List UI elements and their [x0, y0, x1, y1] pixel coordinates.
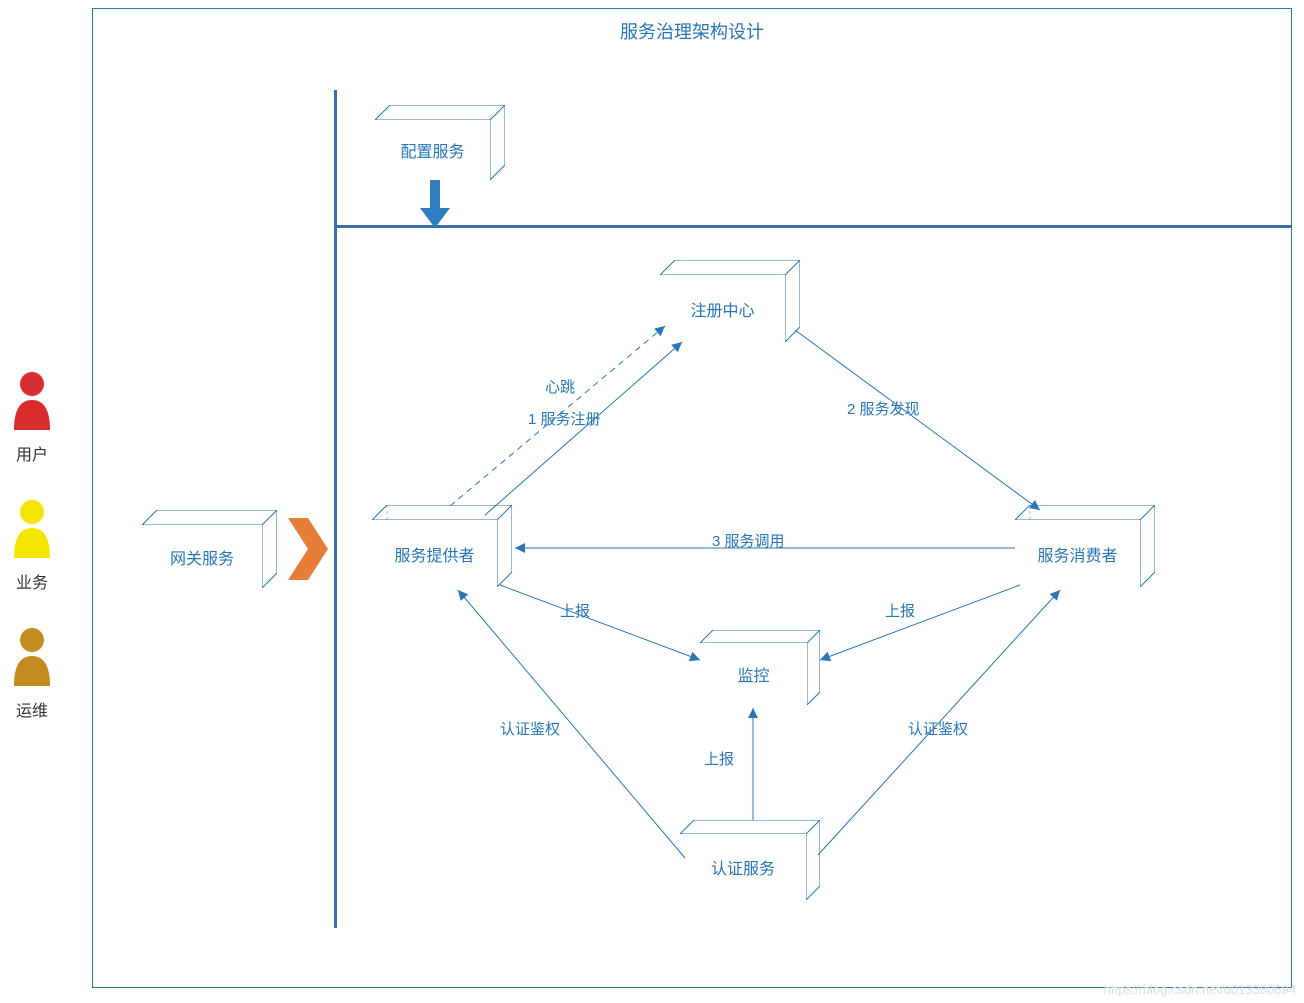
arrow-down-icon — [420, 180, 450, 228]
box-gateway-label: 网关服务 — [142, 525, 262, 588]
separator-vertical — [334, 90, 337, 928]
separator-horizontal — [334, 225, 1292, 228]
person-icon — [8, 370, 56, 430]
label-discover: 2 服务发现 — [847, 398, 920, 419]
box-provider: 服务提供者 — [372, 505, 512, 587]
actor-business-label: 业务 — [8, 569, 56, 593]
person-icon — [8, 498, 56, 558]
box-registry: 注册中心 — [660, 260, 800, 342]
label-heartbeat: 心跳 — [545, 376, 575, 397]
box-consumer-label: 服务消费者 — [1015, 520, 1140, 587]
box-consumer: 服务消费者 — [1015, 505, 1155, 587]
actor-user-label: 用户 — [8, 441, 56, 465]
label-call: 3 服务调用 — [712, 530, 785, 551]
actor-business: 业务 — [8, 498, 56, 593]
actor-ops: 运维 — [8, 626, 56, 721]
actor-ops-label: 运维 — [8, 697, 56, 721]
box-provider-label: 服务提供者 — [372, 520, 497, 587]
box-gateway: 网关服务 — [142, 510, 277, 588]
diagram-title: 服务治理架构设计 — [620, 18, 764, 44]
chevron-right-icon — [288, 518, 328, 580]
box-auth: 认证服务 — [680, 820, 820, 900]
box-config-label: 配置服务 — [375, 120, 490, 180]
person-icon — [8, 626, 56, 686]
label-register: 1 服务注册 — [528, 408, 601, 429]
watermark: https://blog.csdn.net/u013380694 — [1104, 982, 1296, 997]
box-config: 配置服务 — [375, 105, 505, 180]
label-auth1: 认证鉴权 — [500, 718, 560, 739]
box-monitor: 监控 — [700, 630, 820, 705]
label-report2: 上报 — [885, 600, 915, 621]
actor-user: 用户 — [8, 370, 56, 465]
box-monitor-label: 监控 — [700, 643, 807, 705]
box-auth-label: 认证服务 — [680, 834, 806, 900]
box-registry-label: 注册中心 — [660, 275, 785, 342]
label-report1: 上报 — [560, 600, 590, 621]
label-report3: 上报 — [704, 748, 734, 769]
label-auth2: 认证鉴权 — [908, 718, 968, 739]
